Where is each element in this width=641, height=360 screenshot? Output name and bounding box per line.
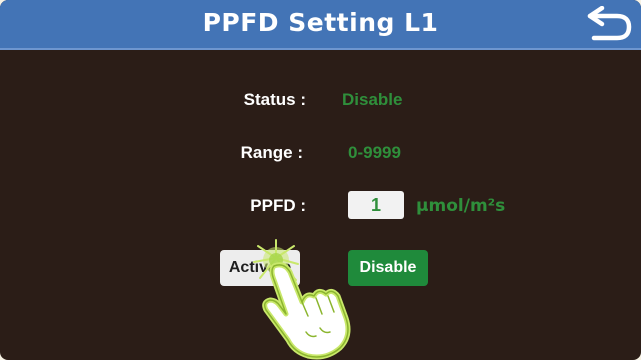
- ppfd-input[interactable]: 1: [348, 191, 404, 219]
- status-value: Disable: [342, 90, 403, 109]
- ppfd-label: PPFD :: [250, 196, 306, 215]
- tapping-hand-icon: [253, 239, 351, 360]
- ppfd-unit: µmol/m²s: [416, 196, 506, 216]
- header-bar: PPFD Setting L1: [0, 0, 641, 50]
- status-label: Status :: [243, 90, 306, 109]
- range-label: Range :: [240, 143, 303, 162]
- page-title: PPFD Setting L1: [202, 8, 439, 37]
- ppfd-setting-screen: PPFD Setting L1 Status : Disable Range :…: [0, 0, 641, 360]
- back-arrow-icon: [587, 5, 632, 41]
- range-value: 0-9999: [348, 143, 401, 162]
- back-button[interactable]: [584, 5, 638, 44]
